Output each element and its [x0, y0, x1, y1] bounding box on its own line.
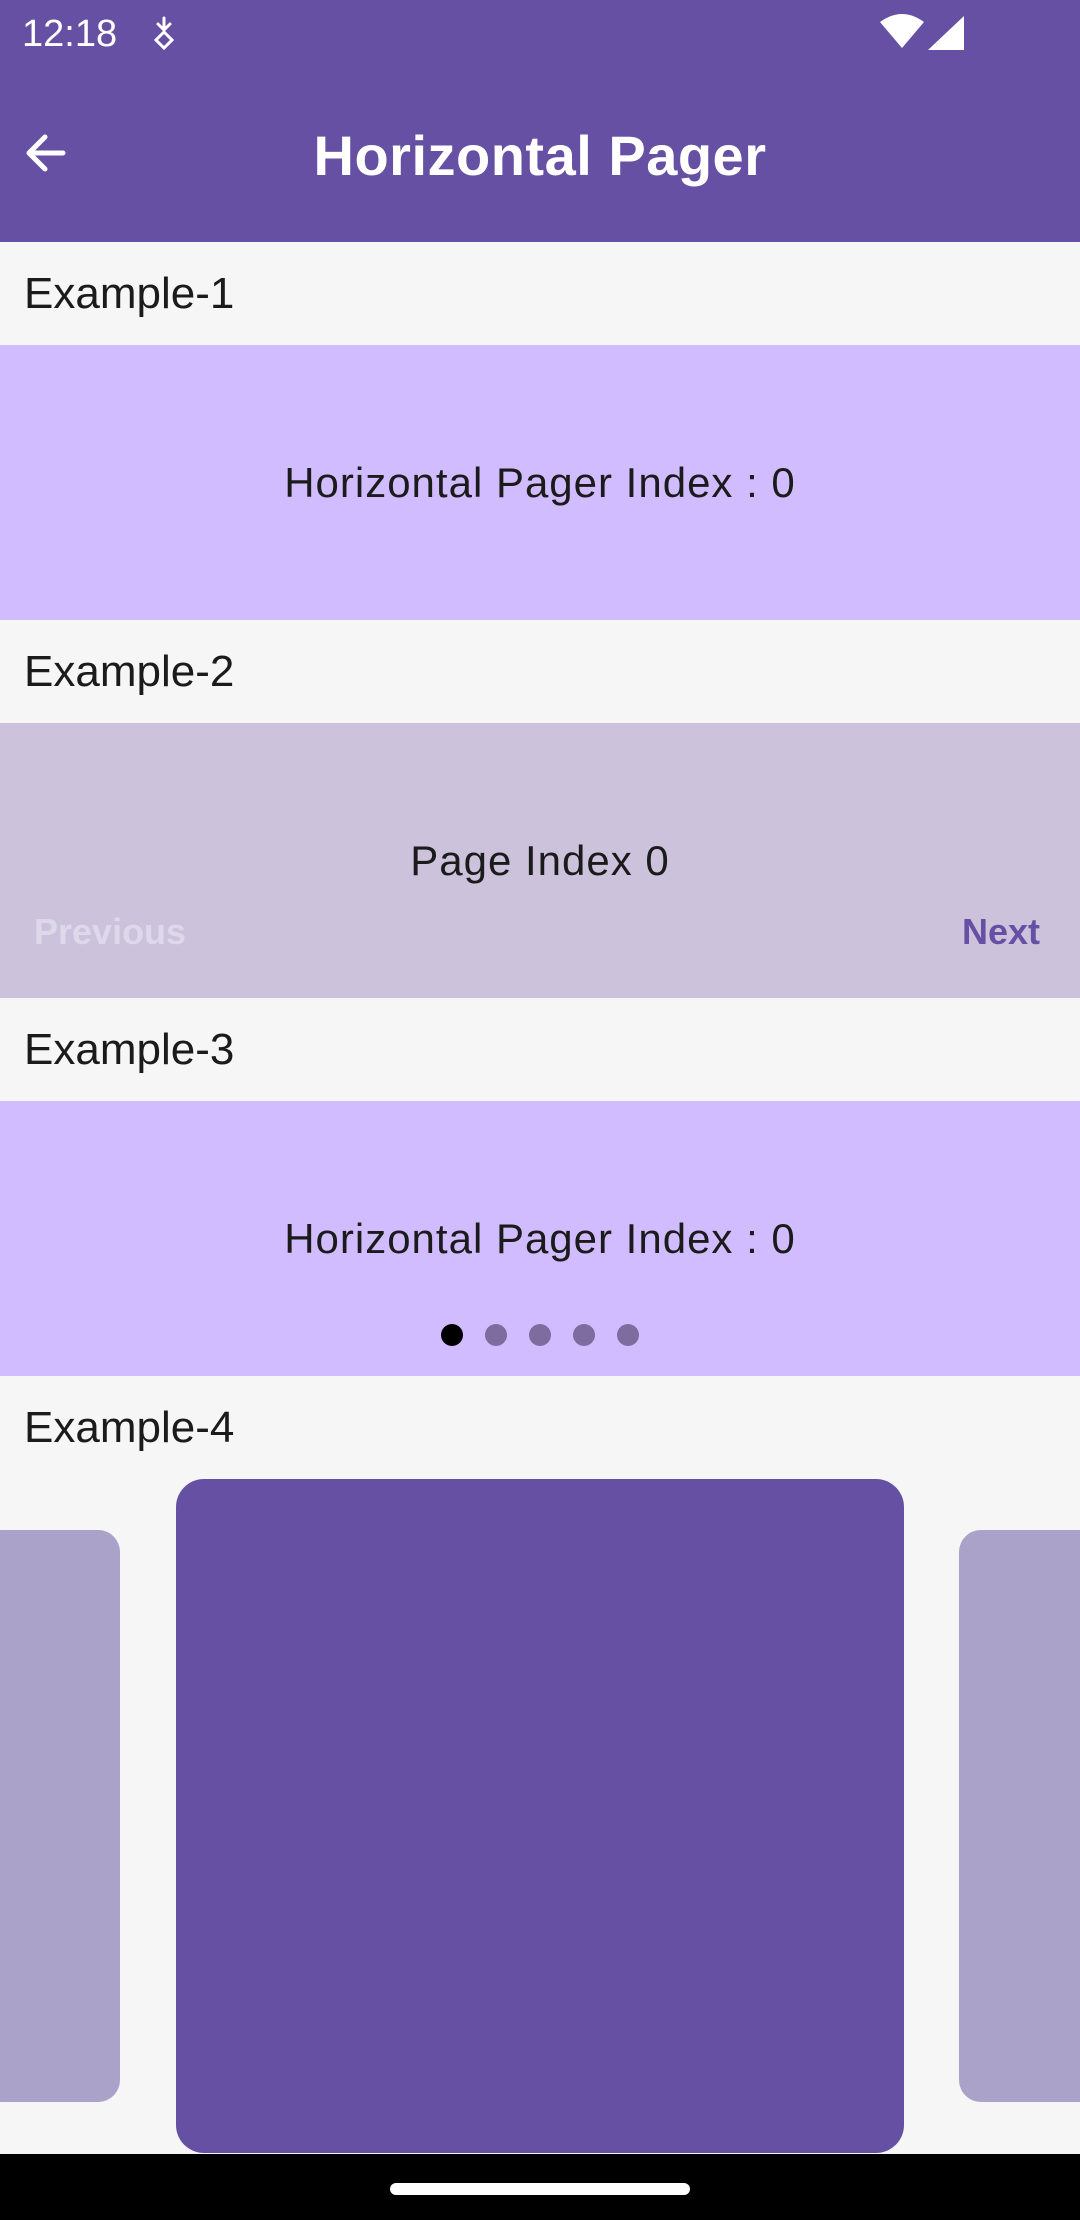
page-indicator-dot[interactable] [529, 1324, 551, 1346]
status-time: 12:18 [22, 13, 118, 55]
page-indicator [0, 1324, 1080, 1348]
arrow-left-icon [26, 134, 66, 172]
previous-button[interactable]: Previous [34, 912, 186, 952]
pager-index-text: Horizontal Pager Index : 0 [284, 1215, 796, 1262]
carousel-card-previous[interactable] [0, 1530, 120, 2102]
wifi-icon [880, 14, 924, 48]
top-app-bar: Horizontal Pager [0, 68, 1080, 242]
carousel-card-current[interactable] [176, 1479, 904, 2153]
page-index-text: Page Index 0 [410, 837, 670, 884]
notification-small-icon [153, 16, 175, 50]
page-indicator-dot[interactable] [485, 1324, 507, 1346]
example-1-label: Example-1 [24, 269, 235, 318]
page-title: Horizontal Pager [313, 123, 767, 187]
example-2-pager[interactable]: Page Index 0 [0, 723, 1080, 998]
example-1-pager[interactable]: Horizontal Pager Index : 0 [0, 345, 1080, 620]
page-indicator-dot-active[interactable] [441, 1324, 463, 1346]
carousel-card-next[interactable] [959, 1530, 1080, 2102]
example-4-label: Example-4 [24, 1403, 235, 1452]
pager-index-text: Horizontal Pager Index : 0 [284, 458, 796, 506]
page-indicator-dot[interactable] [617, 1324, 639, 1346]
page-indicator-dot[interactable] [573, 1324, 595, 1346]
home-gesture-handle[interactable] [390, 2183, 690, 2195]
next-button[interactable]: Next [962, 912, 1040, 952]
example-3-label: Example-3 [24, 1025, 235, 1074]
signal-icon [928, 16, 964, 50]
status-bar: 12:18 [0, 0, 1080, 68]
back-button[interactable] [14, 122, 76, 184]
example-2-label: Example-2 [24, 647, 235, 696]
